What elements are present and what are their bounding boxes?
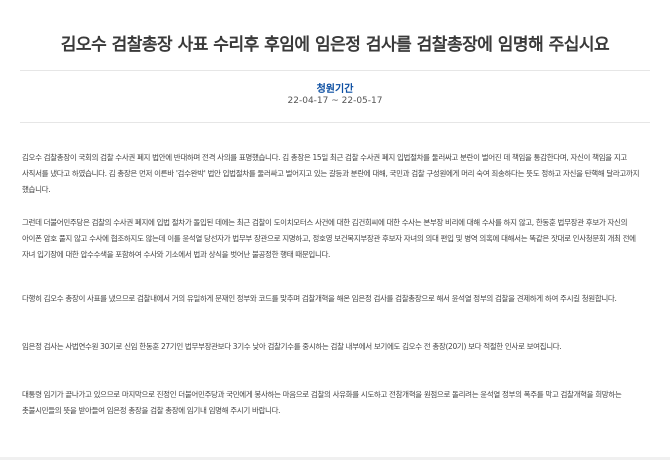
petition-period-dates: 22-04-17 ~ 22-05-17 [287,96,383,106]
petition-title: 김오수 검찰총장 사표 수리후 후임에 임은정 검사를 검찰총장에 임명해 주십… [60,35,610,55]
body-paragraph: 그런데 더불어민주당은 검찰의 수사권 폐지에 입법 절차가 돌입된 데에는 최… [22,218,636,259]
body-paragraph: 다행히 김오수 총장이 사표를 냈으므로 검찰내에서 거의 유일하게 문재인 정… [22,294,617,303]
body-paragraph: 김오수 검찰총장이 국회의 검찰 수사권 폐지 법안에 반대하며 전격 사의를 … [22,153,640,194]
body-paragraph: 임은정 검사는 사법연수원 30기로 신임 한동훈 27기인 법무부장관보다 3… [22,342,562,351]
title-divider [20,70,650,71]
petition-body: 김오수 검찰총장이 국회의 검찰 수사권 폐지 법안에 반대하며 전격 사의를 … [22,150,648,419]
period-divider [20,122,650,123]
petition-period-label: 청원기간 [316,84,354,95]
body-paragraph: 대통령 임기가 끝나가고 있으므로 마지막으로 진정인 더불어민주당과 국민에게… [22,390,622,415]
